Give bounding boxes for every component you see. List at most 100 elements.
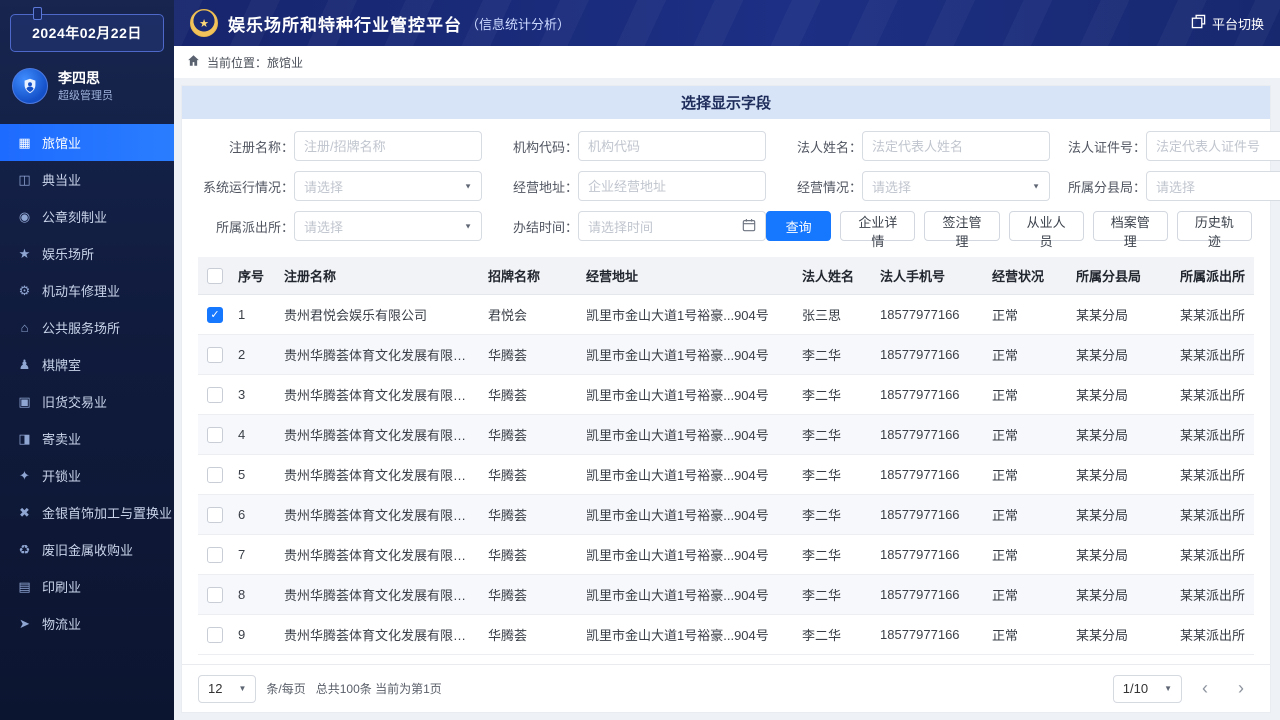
- cell-8: 某某派出所: [1180, 388, 1246, 403]
- cell-2: 华腾荟: [488, 508, 528, 523]
- cell-8: 某某派出所: [1180, 468, 1246, 483]
- cell-6: 正常: [992, 548, 1019, 563]
- sidebar-item-locksmith[interactable]: ✦ 开锁业: [0, 457, 174, 494]
- cell-5: 18577977166: [880, 467, 960, 482]
- cell-7: 某某分局: [1076, 628, 1129, 643]
- query-button[interactable]: 查询: [766, 211, 832, 241]
- sidebar-item-label: 物流业: [42, 617, 82, 632]
- prev-page-button[interactable]: ‹: [1192, 676, 1218, 702]
- sidebar-item-scrap-metal[interactable]: ♻ 废旧金属收购业: [0, 531, 174, 568]
- history-track-button[interactable]: 历史轨迹: [1176, 211, 1252, 249]
- cell-7: 某某分局: [1076, 508, 1129, 523]
- filter-input-legal-id[interactable]: [1146, 131, 1280, 161]
- column-header-1: 注册名称: [284, 269, 337, 284]
- user-avatar-icon: [12, 68, 48, 104]
- column-header-6: 经营状况: [992, 269, 1045, 284]
- filter-field-system-status: 系统运行情况： 请选择 ▼: [198, 171, 482, 201]
- page-jump-select[interactable]: 1/10 ▼: [1112, 674, 1182, 703]
- column-header-5: 法人手机号: [880, 269, 946, 284]
- cell-3: 凯里市金山大道1号裕豪...904号: [586, 468, 769, 483]
- row-checkbox-cell: ✓: [198, 306, 232, 323]
- sidebar-item-pawn-industry[interactable]: ◫ 典当业: [0, 161, 174, 198]
- sidebar-item-logistics[interactable]: ➤ 物流业: [0, 605, 174, 642]
- sidebar-item-printing[interactable]: ▤ 印刷业: [0, 568, 174, 605]
- platform-switch-icon: [1191, 14, 1206, 32]
- table-body: ✓ 1 贵州君悦会娱乐有限公司 君悦会 凯里市金山大道1号裕豪...904号 张三思 185…: [198, 295, 1254, 655]
- column-header-0: 序号: [238, 269, 265, 284]
- row-checkbox[interactable]: [207, 426, 223, 443]
- row-checkbox[interactable]: ✓: [207, 306, 223, 323]
- row-checkbox[interactable]: [207, 386, 223, 403]
- cell-7: 某某分局: [1076, 588, 1129, 603]
- platform-switch-button[interactable]: 平台切换: [1191, 14, 1264, 33]
- enterprise-detail-button[interactable]: 企业详情: [840, 211, 916, 249]
- table-row: 5 贵州华腾荟体育文化发展有限公司 华腾荟 凯里市金山大道1号裕豪...904号 李二华…: [198, 455, 1254, 495]
- cell-5: 18577977166: [880, 347, 960, 362]
- sidebar-item-jewelry-processing[interactable]: ✖ 金银首饰加工与置换业: [0, 494, 174, 531]
- sidebar-item-hotel-industry[interactable]: ▦ 旅馆业: [0, 124, 174, 161]
- locksmith-icon: ✦: [19, 467, 30, 483]
- user-role: 超级管理员: [58, 90, 113, 103]
- filter-select-business-status[interactable]: 请选择 ▼: [862, 171, 1050, 201]
- cell-2: 华腾荟: [488, 348, 528, 363]
- section-title: 选择显示字段: [680, 95, 771, 112]
- filter-input-org-code[interactable]: [578, 131, 766, 161]
- cell-7: 某某分局: [1076, 388, 1129, 403]
- cell-2: 华腾荟: [488, 588, 528, 603]
- user-name: 李四思: [58, 69, 100, 86]
- next-page-button[interactable]: ›: [1228, 676, 1254, 702]
- cell-3: 凯里市金山大道1号裕豪...904号: [586, 508, 769, 523]
- filter-select-police-station[interactable]: 请选择 ▼: [294, 211, 482, 241]
- select-all-cell: [198, 267, 232, 284]
- sidebar-item-label: 寄卖业: [42, 432, 82, 447]
- sidebar-item-chess-card-room[interactable]: ♟ 棋牌室: [0, 346, 174, 383]
- row-checkbox[interactable]: [207, 586, 223, 603]
- filter-row-3: 所属派出所： 请选择 ▼ 办结时间： 请选择时间 查询 企业详情 签注管理 从业人员 档案管理 历史…: [198, 211, 1254, 249]
- cell-5: 18577977166: [880, 507, 960, 522]
- filter-label-close-time: 办结时间：: [512, 219, 578, 235]
- app-subtitle: （信息统计分析）: [466, 16, 571, 32]
- filter-select-system-status[interactable]: 请选择 ▼: [294, 171, 482, 201]
- filter-field-close-time: 办结时间： 请选择时间: [482, 211, 766, 241]
- filter-label-org-code: 机构代码：: [512, 139, 578, 155]
- cell-2: 华腾荟: [488, 548, 528, 563]
- staff-button[interactable]: 从业人员: [1008, 211, 1084, 249]
- sidebar-item-consignment[interactable]: ◨ 寄卖业: [0, 420, 174, 457]
- table-row: 9 贵州华腾荟体育文化发展有限公司 华腾荟 凯里市金山大道1号裕豪...904号 李二华…: [198, 615, 1254, 655]
- endorsement-manage-button[interactable]: 签注管理: [924, 211, 1000, 249]
- sidebar-item-vehicle-repair[interactable]: ⚙ 机动车修理业: [0, 272, 174, 309]
- sidebar-item-secondhand-trade[interactable]: ▣ 旧货交易业: [0, 383, 174, 420]
- cell-8: 某某派出所: [1180, 428, 1246, 443]
- filter-input-legal-name[interactable]: [862, 131, 1050, 161]
- filter-placeholder-close-time: 请选择时间: [588, 219, 654, 235]
- sidebar-item-entertainment-venues[interactable]: ★ 娱乐场所: [0, 235, 174, 272]
- cell-2: 华腾荟: [488, 468, 528, 483]
- cell-3: 凯里市金山大道1号裕豪...904号: [586, 428, 769, 443]
- sidebar-item-public-service-places[interactable]: ⌂ 公共服务场所: [0, 309, 174, 346]
- select-all-checkbox[interactable]: [207, 267, 223, 284]
- cell-7: 某某分局: [1076, 348, 1129, 363]
- row-checkbox[interactable]: [207, 506, 223, 523]
- filter-date-close-time[interactable]: 请选择时间: [578, 211, 766, 241]
- sidebar-item-label: 旧货交易业: [42, 395, 108, 410]
- filter-panel: 注册名称： 机构代码： 法人姓名： 法人证件号： 系统运行情况： 请选择 ▼ 经营地址： 经营…: [182, 119, 1280, 255]
- cell-5: 18577977166: [880, 427, 960, 442]
- home-icon: [187, 54, 200, 70]
- column-header-7: 所属分县局: [1076, 269, 1142, 284]
- cell-8: 某某派出所: [1180, 348, 1246, 363]
- filter-input-business-address[interactable]: [578, 171, 766, 201]
- row-checkbox[interactable]: [207, 346, 223, 363]
- row-checkbox[interactable]: [207, 546, 223, 563]
- cell-4: 李二华: [802, 508, 842, 523]
- archive-manage-button[interactable]: 档案管理: [1092, 211, 1168, 249]
- page-size-select[interactable]: 12 ▼: [198, 674, 257, 703]
- sidebar-item-seal-engraving[interactable]: ◉ 公章刻制业: [0, 198, 174, 235]
- filter-select-branch-bureau[interactable]: 请选择▼: [1146, 171, 1280, 201]
- filter-input-registered-name[interactable]: [294, 131, 482, 161]
- row-checkbox[interactable]: [207, 466, 223, 483]
- cell-4: 李二华: [802, 468, 842, 483]
- table-row: 7 贵州华腾荟体育文化发展有限公司 华腾荟 凯里市金山大道1号裕豪...904号 李二华…: [198, 535, 1254, 575]
- sidebar-item-label: 废旧金属收购业: [42, 543, 134, 558]
- row-checkbox[interactable]: [207, 626, 223, 643]
- page-indicator: 1/10: [1122, 681, 1149, 696]
